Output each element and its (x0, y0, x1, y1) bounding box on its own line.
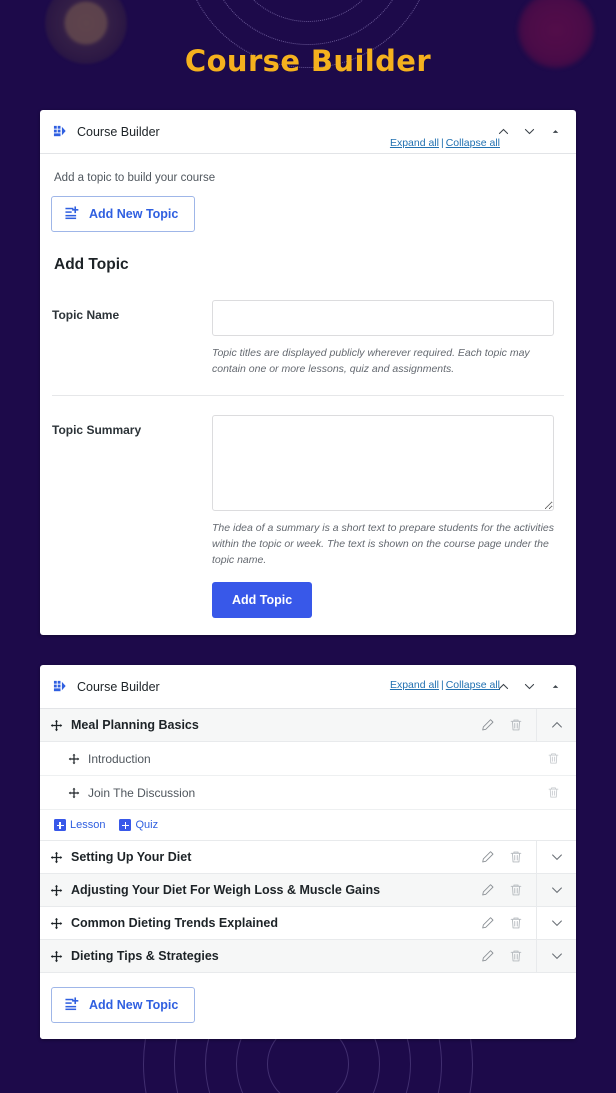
drag-handle-icon[interactable] (49, 718, 64, 733)
table-row[interactable]: Dieting Tips & Strategies (40, 939, 576, 974)
topic-name-help: Topic titles are displayed publicly wher… (212, 347, 530, 376)
page-root: Course Builder Course Builder Expand all… (0, 0, 616, 1093)
plus-icon (54, 819, 66, 832)
delete-trash-icon[interactable] (502, 940, 530, 972)
expand-all-link[interactable]: Expand all (390, 679, 439, 691)
row-actions (474, 907, 530, 939)
topic-name-label: Topic Name (52, 308, 120, 322)
intro-text: Add a topic to build your course (54, 172, 216, 184)
lesson-name: Join The Discussion (88, 785, 196, 800)
drag-handle-icon[interactable] (66, 751, 81, 766)
chevron-down-icon[interactable] (536, 939, 576, 973)
table-row[interactable]: Setting Up Your Diet (40, 840, 576, 875)
edit-pencil-icon[interactable] (474, 874, 502, 906)
caret-up-icon[interactable] (547, 678, 564, 695)
topic-summary-textarea[interactable] (212, 414, 554, 511)
drag-handle-icon[interactable] (66, 785, 81, 800)
course-builder-icon (53, 681, 66, 692)
chevron-down-icon[interactable] (521, 123, 538, 140)
add-new-topic-top-wrap: Add New Topic (40, 184, 576, 256)
topic-summary-label: Topic Summary (52, 422, 142, 437)
expand-all-link[interactable]: Expand all (390, 137, 439, 149)
add-quiz-label: Quiz (135, 819, 159, 832)
card-header: Course Builder Expand all | Collapse all (40, 110, 576, 154)
chevron-down-icon[interactable] (536, 840, 576, 874)
delete-trash-icon[interactable] (502, 709, 530, 741)
table-row[interactable]: Adjusting Your Diet For Weigh Loss & Mus… (40, 873, 576, 908)
plus-icon (119, 819, 132, 832)
drag-handle-icon[interactable] (49, 883, 64, 898)
topic-name: Adjusting Your Diet For Weigh Loss & Mus… (71, 883, 381, 898)
delete-trash-icon[interactable] (502, 907, 530, 939)
add-quiz-button[interactable]: Quiz (119, 819, 159, 832)
topic-name-input[interactable] (212, 300, 554, 336)
caret-up-icon[interactable] (547, 123, 564, 140)
row-actions (474, 841, 530, 873)
add-new-topic-button[interactable]: Add New Topic (51, 196, 196, 232)
course-builder-topics-card: Course Builder Expand all|Collapse all (40, 665, 576, 1040)
table-row[interactable]: Common Dieting Trends Explained (40, 906, 576, 941)
drag-handle-icon[interactable] (49, 850, 64, 865)
topic-name-control: Topic titles are displayed publicly wher… (212, 300, 564, 378)
drag-handle-icon[interactable] (49, 916, 64, 931)
list-item[interactable]: Join The Discussion (40, 776, 576, 811)
page-title: Course Builder (184, 44, 432, 78)
chevron-down-icon[interactable] (536, 906, 576, 940)
expand-collapse-links: Expand all | Collapse all (390, 679, 500, 691)
course-builder-icon (53, 125, 66, 137)
add-new-topic-label: Add New Topic (89, 998, 179, 1013)
delete-trash-icon[interactable] (502, 874, 530, 906)
edit-pencil-icon[interactable] (474, 709, 502, 741)
topic-name: Common Dieting Trends Explained (71, 916, 278, 931)
expand-collapse-links: Expand all | Collapse all (390, 137, 500, 149)
topic-name: Meal Planning Basics (71, 718, 199, 733)
list-item[interactable]: Introduction (40, 742, 576, 777)
field-topic-name: Topic Name Topic titles are displayed pu… (52, 300, 564, 396)
delete-trash-icon[interactable] (502, 841, 530, 873)
cards-container: Course Builder Expand all|Collapse all (40, 110, 576, 1069)
add-topic-lines-icon (65, 206, 79, 220)
add-topic-submit-button[interactable]: Add Topic (212, 582, 313, 619)
chevron-up-icon[interactable] (536, 708, 576, 742)
edit-pencil-icon[interactable] (474, 841, 502, 873)
add-topic-form: Add Topic Topic Name Topic titles are di… (40, 256, 576, 635)
add-topic-lines-icon (65, 997, 79, 1011)
card-header-controls (495, 123, 564, 140)
drag-handle-icon[interactable] (49, 949, 64, 964)
field-topic-summary: Topic Summary The idea of a summary is a… (52, 414, 564, 636)
row-actions (474, 940, 530, 972)
topic-summary-control: The idea of a summary is a short text to… (212, 414, 564, 619)
edit-pencil-icon[interactable] (474, 907, 502, 939)
lesson-name: Introduction (88, 751, 151, 766)
edit-pencil-icon[interactable] (474, 940, 502, 972)
course-builder-form-card: Course Builder Expand all|Collapse all (40, 110, 576, 636)
add-lesson-button[interactable]: Lesson (54, 819, 106, 832)
row-actions (474, 709, 530, 741)
add-new-topic-bottom-wrap: Add New Topic (40, 973, 576, 1040)
topic-summary-help: The idea of a summary is a short text to… (212, 521, 554, 567)
chevron-down-icon[interactable] (536, 873, 576, 907)
form-heading: Add Topic (54, 256, 129, 273)
topic-name: Setting Up Your Diet (71, 850, 192, 865)
add-lesson-label: Lesson (70, 819, 106, 832)
add-new-topic-button[interactable]: Add New Topic (51, 987, 196, 1024)
collapse-all-link[interactable]: Collapse all (446, 679, 500, 691)
card-header-controls (495, 678, 564, 695)
chevron-down-icon[interactable] (521, 678, 538, 695)
collapse-all-link[interactable]: Collapse all (446, 137, 500, 149)
card-header: Course Builder Expand all | Collapse all (40, 665, 576, 710)
delete-trash-icon[interactable] (539, 777, 567, 809)
topic-name: Dieting Tips & Strategies (71, 949, 219, 964)
link-separator: | (440, 679, 444, 692)
table-row[interactable]: Meal Planning Basics (40, 708, 576, 743)
row-actions (474, 874, 530, 906)
delete-trash-icon[interactable] (539, 743, 567, 775)
add-content-row: Lesson Quiz (40, 810, 576, 842)
link-separator: | (440, 137, 444, 149)
add-new-topic-label: Add New Topic (89, 207, 179, 221)
